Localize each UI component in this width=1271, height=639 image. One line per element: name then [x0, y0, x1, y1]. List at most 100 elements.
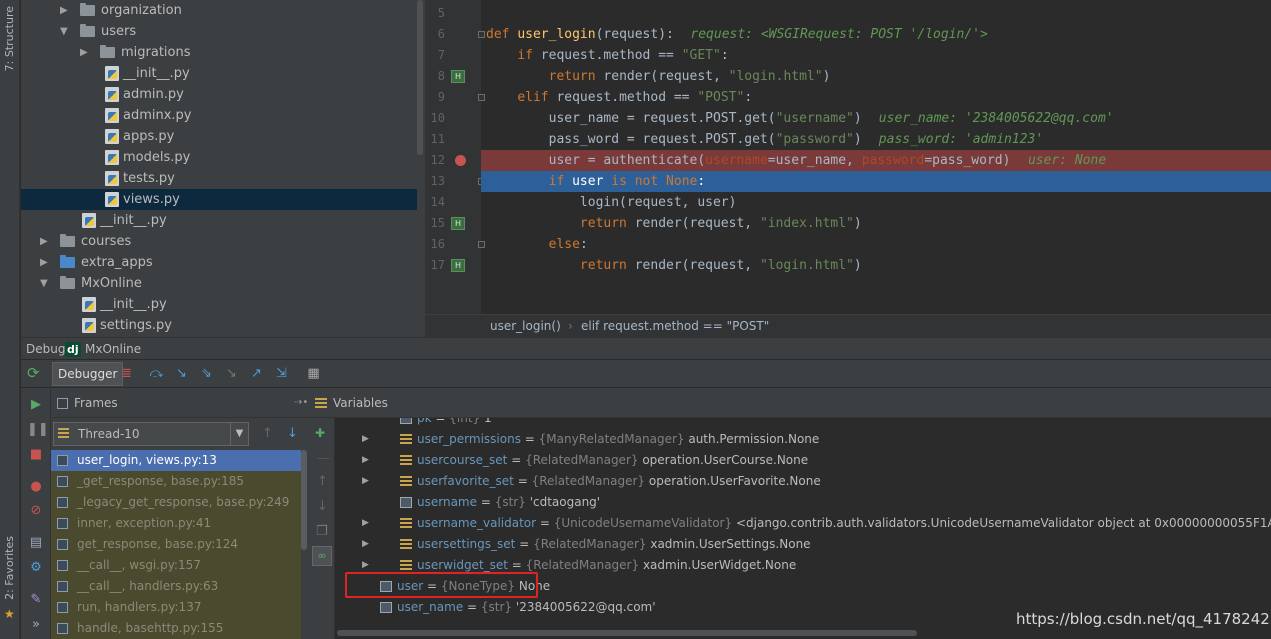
chevron-right-icon[interactable]: ▶ — [362, 471, 372, 492]
tree-file[interactable]: __init__.py — [21, 63, 417, 84]
step-out-icon[interactable]: ↗ — [248, 365, 265, 382]
variables-tree[interactable]: pk = {int} 1 ▶ user_permissions = {ManyRel… — [335, 418, 1271, 639]
stop-icon[interactable]: ■ — [27, 446, 45, 464]
tree-file[interactable]: views.py — [21, 189, 417, 210]
code-line[interactable]: user = authenticate(username=user_name, … — [481, 150, 1271, 171]
code-line[interactable]: pass_word = request.POST.get("password")… — [481, 129, 1271, 150]
code-editor[interactable]: 5 6 7 8 9 10 11 12 13 14 15 16 17 H H H def user_login(… — [425, 0, 1271, 314]
evaluate-expression-icon[interactable]: ▦ — [305, 365, 322, 382]
code-line[interactable]: if user is not None: — [481, 171, 1271, 192]
move-up-icon[interactable]: ↑ — [317, 474, 328, 489]
code-line[interactable]: elif request.method == "POST": — [481, 87, 1271, 108]
chevron-right-icon[interactable]: ▶ — [362, 534, 372, 555]
rerun-icon[interactable]: ⟳ — [27, 365, 44, 382]
code-text: return render(request, "login.html") — [579, 258, 862, 273]
chevron-right-icon[interactable]: ▶ — [362, 429, 372, 450]
tree-folder[interactable]: ▶ migrations — [21, 42, 417, 63]
variable-name: user_name — [397, 600, 464, 614]
thread-select[interactable]: Thread-10 ▼ — [53, 422, 249, 446]
remove-watch-icon[interactable]: — — [317, 451, 330, 466]
copy-icon[interactable]: ❐ — [316, 524, 328, 539]
tree-file[interactable]: tests.py — [21, 168, 417, 189]
show-execution-point-icon[interactable]: ≣ — [118, 365, 135, 382]
tree-file[interactable]: settings.py — [21, 315, 417, 336]
resume-icon[interactable]: ▶ — [27, 396, 45, 414]
chevron-down-icon[interactable]: ▼ — [60, 21, 70, 42]
force-step-into-icon[interactable]: ↘ — [223, 365, 240, 382]
code-line[interactable]: else: — [481, 234, 1271, 255]
chevron-right-icon[interactable]: ▶ — [40, 231, 50, 252]
move-down-icon[interactable]: ↓ — [317, 499, 328, 514]
favorites-tool-window-button[interactable]: 2: Favorites — [3, 536, 16, 600]
tree-label: extra_apps — [81, 255, 153, 270]
override-gutter-icon[interactable]: H — [451, 70, 465, 83]
code-line[interactable] — [481, 3, 1271, 24]
tree-file[interactable]: adminx.py — [21, 105, 417, 126]
chevron-right-icon[interactable]: ▶ — [362, 450, 372, 471]
frames-list[interactable]: user_login, views.py:13 _get_response, ba… — [51, 450, 309, 639]
code-line[interactable]: user_name = request.POST.get("username")… — [481, 108, 1271, 129]
chevron-right-icon[interactable]: ▶ — [40, 252, 50, 273]
chevron-down-icon[interactable]: ▼ — [40, 273, 50, 294]
pin-icon[interactable]: ✎ — [27, 591, 45, 609]
tree-folder[interactable]: ▶ extra_apps — [21, 252, 417, 273]
chevron-right-icon[interactable]: ▶ — [80, 42, 90, 63]
step-over-icon[interactable]: ⤼ — [148, 365, 165, 382]
tree-folder[interactable]: ▶ courses — [21, 231, 417, 252]
code-line[interactable]: return render(request, "login.html") — [481, 255, 1271, 276]
code-line[interactable]: login(request, user) — [481, 192, 1271, 213]
frame-row[interactable]: inner, exception.py:41 — [51, 513, 301, 534]
new-watch-icon[interactable]: ✚ — [315, 426, 325, 440]
mute-breakpoints-icon[interactable]: ⊘ — [27, 502, 45, 520]
frame-row[interactable]: user_login, views.py:13 — [51, 450, 301, 471]
more-icon[interactable]: » — [27, 616, 45, 634]
frame-row[interactable]: handle, basehttp.py:155 — [51, 618, 301, 639]
chevron-right-icon[interactable]: ▶ — [362, 513, 372, 534]
code-line[interactable]: if request.method == "GET": — [481, 45, 1271, 66]
tree-folder[interactable]: ▼ MxOnline — [21, 273, 417, 294]
show-watches-icon[interactable]: ∞ — [312, 546, 332, 566]
frame-row[interactable]: _get_response, base.py:185 — [51, 471, 301, 492]
override-gutter-icon[interactable]: H — [451, 259, 465, 272]
tree-file[interactable]: __init__.py — [21, 294, 417, 315]
frames-pin-icon[interactable]: ⇢• — [294, 388, 308, 418]
override-gutter-icon[interactable]: H — [451, 217, 465, 230]
settings-gear-icon[interactable]: ⚙ — [27, 559, 45, 577]
tree-file[interactable]: models.py — [21, 147, 417, 168]
breadcrumb-branch[interactable]: elif request.method == "POST" — [581, 315, 769, 337]
frame-row[interactable]: __call__, handlers.py:63 — [51, 576, 301, 597]
tree-file[interactable]: admin.py — [21, 84, 417, 105]
pause-icon[interactable]: ❚❚ — [27, 421, 49, 439]
frames-scrollbar[interactable] — [301, 450, 307, 550]
variables-horizontal-scrollbar[interactable] — [337, 630, 917, 636]
chevron-down-icon[interactable]: ▼ — [230, 423, 248, 445]
restore-layout-icon[interactable]: ▤ — [27, 534, 45, 552]
tab-debugger[interactable]: Debugger — [52, 362, 124, 386]
editor-gutter[interactable]: 5 6 7 8 9 10 11 12 13 14 15 16 17 H H H — [425, 0, 485, 314]
breakpoint-icon[interactable] — [455, 155, 466, 166]
frame-row[interactable]: __call__, wsgi.py:157 — [51, 555, 301, 576]
equals-sign: = — [536, 516, 554, 530]
tree-scrollbar[interactable] — [417, 0, 423, 155]
step-into-icon[interactable]: ↘ — [173, 365, 190, 382]
step-into-my-code-icon[interactable]: ⇘ — [198, 365, 215, 382]
code-line[interactable]: return render(request, "index.html") — [481, 213, 1271, 234]
view-breakpoints-icon[interactable]: ● — [27, 478, 45, 496]
frame-row[interactable]: _legacy_get_response, base.py:249 — [51, 492, 301, 513]
frame-row[interactable]: run, handlers.py:137 — [51, 597, 301, 618]
project-tree[interactable]: ▶ organization ▼ users ▶ migrations __init__.p… — [21, 0, 425, 337]
debug-config-name[interactable]: MxOnline — [85, 338, 141, 360]
previous-frame-icon[interactable]: ↑ — [262, 426, 273, 441]
run-to-cursor-icon[interactable]: ⇲ — [273, 365, 290, 382]
tree-file[interactable]: __init__.py — [21, 210, 417, 231]
tree-folder[interactable]: ▼ users — [21, 21, 417, 42]
frame-row[interactable]: get_response, base.py:124 — [51, 534, 301, 555]
structure-tool-window-button[interactable]: 7: Structure — [3, 6, 16, 71]
breadcrumb-function[interactable]: user_login() — [490, 315, 561, 337]
chevron-right-icon[interactable]: ▶ — [60, 0, 70, 21]
code-line[interactable]: def user_login(request): request: <WSGIRe… — [481, 24, 1271, 45]
tree-folder[interactable]: ▶ organization — [21, 0, 417, 21]
code-line[interactable]: return render(request, "login.html") — [481, 66, 1271, 87]
tree-file[interactable]: apps.py — [21, 126, 417, 147]
next-frame-icon[interactable]: ↓ — [287, 426, 298, 441]
